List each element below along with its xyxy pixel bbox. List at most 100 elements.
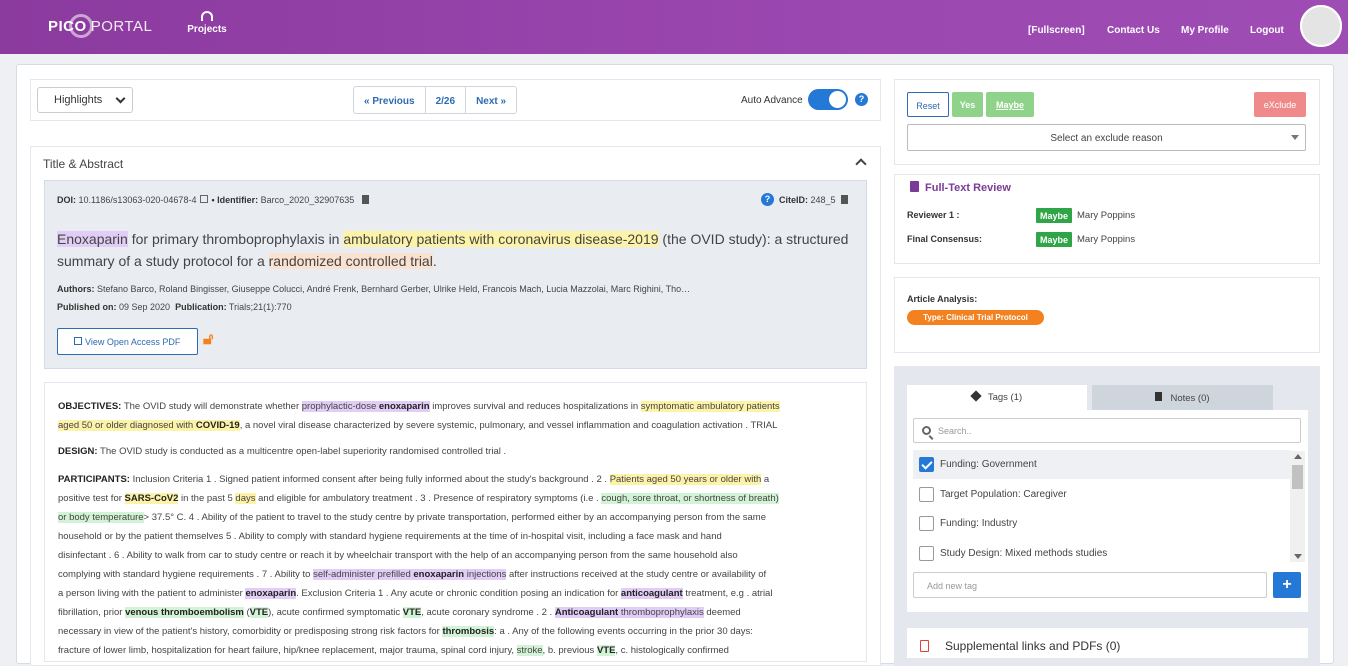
checkbox-icon[interactable] <box>919 487 934 502</box>
tag-item[interactable]: Study Design: Mixed methods studies <box>913 539 1290 568</box>
tag-search-input[interactable]: Search.. <box>913 418 1301 443</box>
supplemental-links-section[interactable]: Supplemental links and PDFs (0) <box>907 628 1308 658</box>
abstract-text: , c. histologically confirmed <box>615 645 729 656</box>
scroll-thumb[interactable] <box>1292 465 1303 489</box>
abstract-body: OBJECTIVES: The OVID study will demonstr… <box>44 382 867 662</box>
my-profile-link[interactable]: My Profile <box>1181 25 1229 36</box>
reviewer-name: Mary Poppins <box>1077 210 1136 221</box>
abstract-text: household or by the patient themselves 5… <box>58 531 722 542</box>
highlight: prophylactic-dose <box>301 401 379 412</box>
title-frag: ambulatory patients <box>343 231 466 247</box>
scroll-up-icon[interactable] <box>1294 454 1302 459</box>
chevron-down-icon <box>115 93 126 104</box>
tab-tags[interactable]: Tags (1) <box>907 385 1087 410</box>
checkbox-icon[interactable] <box>919 516 934 531</box>
help-icon[interactable]: ? <box>855 93 868 106</box>
exclude-reason-select[interactable]: Select an exclude reason <box>907 124 1306 151</box>
fulltext-review-title: Full-Text Review <box>910 181 1011 194</box>
fullscreen-link[interactable]: [Fullscreen] <box>1028 25 1085 36</box>
abstract-text: > 37.5° C. 4 . Ability of the patient to… <box>143 512 766 523</box>
pdf-file-icon <box>920 640 929 652</box>
abstract-text: complying with standard hygiene requirem… <box>58 569 314 580</box>
highlight: enoxaparin <box>378 401 430 412</box>
clipboard-icon <box>1155 392 1163 401</box>
auto-advance-toggle[interactable] <box>808 89 848 110</box>
cite-help-icon[interactable]: ? <box>761 193 774 206</box>
record-position: 2/26 <box>426 87 467 113</box>
cite-value: 248_5 <box>810 195 836 205</box>
consensus-status-badge: Maybe <box>1036 232 1073 247</box>
view-mode-select[interactable]: Highlights <box>37 87 133 113</box>
publication-label: Publication: <box>175 302 227 312</box>
tag-item[interactable]: Target Population: Caregiver <box>913 480 1290 509</box>
authors-value: Stefano Barco, Roland Bingisser, Giusepp… <box>97 284 691 294</box>
abstract-text: ( <box>243 607 250 618</box>
highlight: thrombosis <box>442 626 495 637</box>
reset-button[interactable]: Reset <box>907 92 949 117</box>
identifier-value: Barco_2020_32907635 <box>260 195 355 205</box>
scroll-down-icon[interactable] <box>1294 554 1302 559</box>
consensus-name: Mary Poppins <box>1077 234 1136 245</box>
published-line: Published on: 09 Sep 2020 Publication: T… <box>57 302 292 312</box>
tab-notes-label: Notes (0) <box>1170 393 1210 404</box>
auto-advance-label: Auto Advance <box>741 95 803 106</box>
tag-item-label: Funding: Government <box>940 459 1037 470</box>
tag-list-scrollbar[interactable] <box>1290 451 1305 562</box>
toggle-knob <box>829 91 846 108</box>
logo-text-light: PORTAL <box>90 17 153 35</box>
previous-button[interactable]: « Previous <box>354 87 426 113</box>
highlight: VTE <box>249 607 269 618</box>
checkbox-checked-icon[interactable] <box>919 457 934 472</box>
title-frag: with coronavirus disease-2019 <box>465 231 659 247</box>
top-header: PICO PORTAL Projects [Fullscreen] Contact… <box>0 0 1348 54</box>
external-link-icon[interactable] <box>199 195 208 203</box>
exclude-button[interactable]: eXclude <box>1254 92 1306 117</box>
tag-item[interactable]: Funding: Government <box>913 450 1290 479</box>
highlight: VTE <box>402 607 422 618</box>
objectives-label: OBJECTIVES: <box>58 401 122 412</box>
maybe-button[interactable]: Maybe <box>986 92 1034 117</box>
authors-label: Authors: <box>57 284 95 294</box>
design-label: DESIGN: <box>58 446 98 457</box>
abstract-text: a <box>761 474 770 485</box>
tab-tags-label: Tags (1) <box>987 392 1023 403</box>
cite-copy-icon[interactable] <box>841 195 849 204</box>
supplemental-title: Supplemental links and PDFs (0) <box>945 639 1121 653</box>
pico-portal-logo[interactable]: PICO PORTAL <box>48 10 152 42</box>
add-tag-button[interactable]: + <box>1273 572 1301 598</box>
doi-value[interactable]: 10.1186/s13063-020-04678-4 <box>79 195 197 205</box>
copy-icon[interactable] <box>361 195 369 204</box>
view-pdf-button[interactable]: View Open Access PDF <box>57 328 198 355</box>
clipboard-icon <box>910 181 919 192</box>
participants-label: PARTICIPANTS: <box>58 474 130 485</box>
tag-icon <box>970 390 982 402</box>
section-title: Title & Abstract <box>43 157 124 171</box>
cite-label: CiteID: <box>779 195 808 205</box>
paper-title: Enoxaparin for primary thromboprophylaxi… <box>57 228 857 272</box>
highlight: thromboprophylaxis <box>618 607 704 618</box>
next-button[interactable]: Next » <box>466 87 516 113</box>
reviewer-label: Reviewer 1 : <box>907 210 960 220</box>
identifier-label: • Identifier: <box>211 195 259 205</box>
highlight: enoxaparin <box>413 569 465 580</box>
tag-item[interactable]: Funding: Industry <box>913 509 1290 538</box>
checkbox-icon[interactable] <box>919 546 934 561</box>
fulltext-review-label: Full-Text Review <box>925 182 1011 194</box>
article-analysis-label: Article Analysis: <box>907 294 978 304</box>
tab-notes[interactable]: Notes (0) <box>1092 385 1273 410</box>
logout-link[interactable]: Logout <box>1250 25 1284 36</box>
contact-us-link[interactable]: Contact Us <box>1107 25 1160 36</box>
nav-projects[interactable]: Projects <box>186 11 228 35</box>
article-type-badge: Type: Clinical Trial Protocol <box>907 310 1044 325</box>
view-pdf-label: View Open Access PDF <box>85 337 181 347</box>
highlight: injections <box>464 569 507 580</box>
tag-search-placeholder: Search.. <box>938 426 972 436</box>
highlight: SARS-CoV2 <box>124 493 179 504</box>
tag-item-label: Target Population: Caregiver <box>940 489 1067 500</box>
new-tag-input[interactable]: Add new tag <box>913 572 1267 598</box>
abstract-text: , b. previous <box>542 645 597 656</box>
record-pager: « Previous 2/26 Next » <box>353 86 518 114</box>
published-value: 09 Sep 2020 <box>119 302 171 312</box>
yes-button[interactable]: Yes <box>952 92 983 117</box>
view-mode-value: Highlights <box>54 94 103 106</box>
